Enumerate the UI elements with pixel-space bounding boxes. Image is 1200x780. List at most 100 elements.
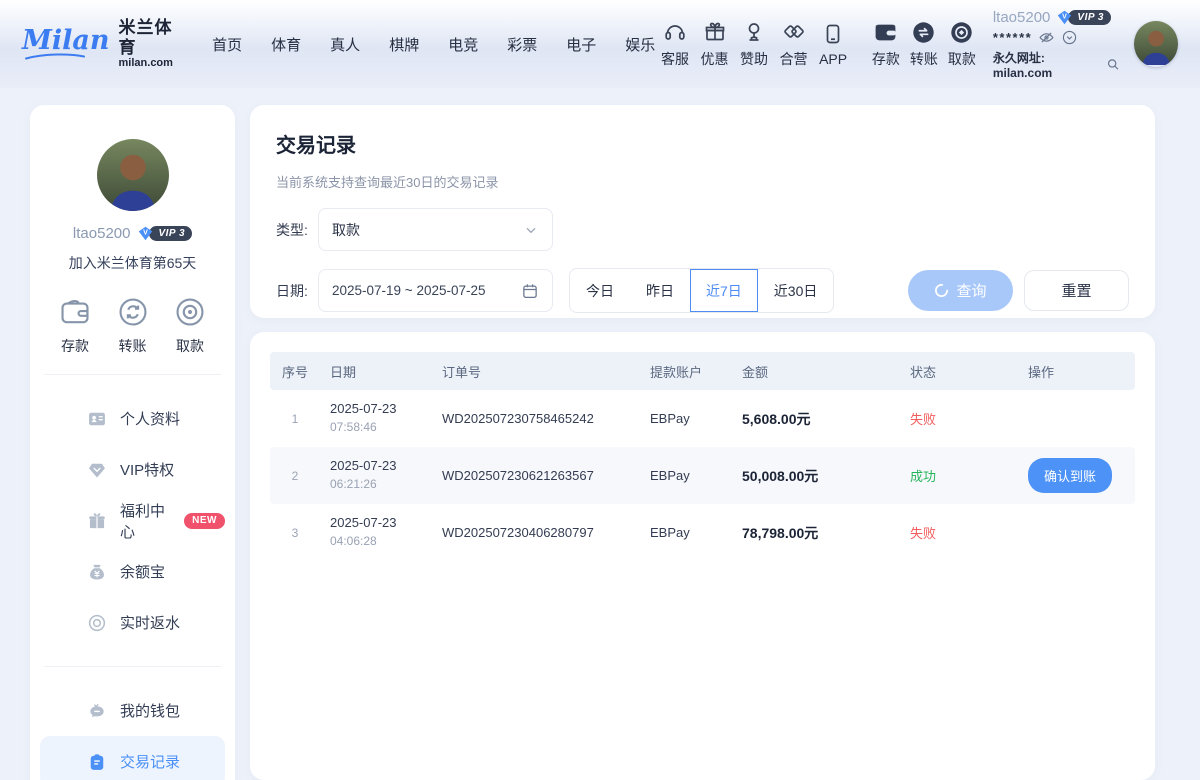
range-yesterday-button[interactable]: 昨日: [630, 269, 690, 312]
sidebar-item-label: 实时返水: [120, 612, 180, 633]
svg-text:V: V: [1063, 12, 1068, 20]
sidebar-item-yuebao[interactable]: 余额宝: [40, 546, 225, 597]
nav-item-slots[interactable]: 电子: [566, 34, 596, 55]
partner-label: 合营: [780, 49, 808, 69]
row-index: 2: [270, 469, 320, 483]
reset-button[interactable]: 重置: [1024, 270, 1129, 311]
new-badge: NEW: [184, 513, 225, 529]
vip-icon: [87, 460, 107, 480]
logo-domain-text: milan.com: [119, 57, 187, 70]
headset-icon: [663, 20, 687, 44]
row-date-value: 2025-07-23: [330, 400, 432, 419]
row-date: 2025-07-23 06:21:26: [320, 457, 432, 493]
gift-icon: [87, 511, 107, 531]
top-header: Milan 米兰体育 milan.com 首页 体育 真人 棋牌 电竞 彩票 电…: [0, 0, 1200, 88]
sidebar-item-welfare[interactable]: 福利中心 NEW: [40, 495, 225, 546]
sidebar-menu-secondary: 我的钱包 交易记录 投注记录: [30, 685, 235, 780]
status-badge: 失败: [910, 526, 936, 541]
balance-refresh-icon[interactable]: [1061, 29, 1078, 46]
sidebar-item-transactions[interactable]: 交易记录: [40, 736, 225, 780]
main-nav: 首页 体育 真人 棋牌 电竞 彩票 电子 娱乐: [212, 34, 655, 55]
col-header-order-no: 订单号: [432, 362, 640, 381]
deposit-action[interactable]: 存款: [867, 20, 905, 69]
transfer-icon: [911, 20, 936, 45]
username: ltao5200: [993, 9, 1051, 26]
transfer-label: 转账: [910, 49, 938, 69]
sponsor-link[interactable]: 赞助: [734, 20, 774, 69]
row-date-value: 2025-07-23: [330, 514, 432, 533]
filter-card: 交易记录 当前系统支持查询最近30日的交易记录 类型: 取款 日期: 2025-…: [250, 105, 1155, 318]
logo-script-text: Milan: [22, 27, 110, 60]
confirm-received-button[interactable]: 确认到账: [1028, 458, 1112, 493]
row-time-value: 07:58:46: [330, 419, 432, 436]
sidebar-deposit-action[interactable]: 存款: [58, 295, 92, 356]
sidebar-withdraw-action[interactable]: 取款: [173, 295, 207, 356]
phone-icon: [821, 22, 845, 46]
vip-level-label: VIP 3: [1068, 10, 1111, 25]
sidebar-item-rebate[interactable]: 实时返水: [40, 597, 225, 648]
transactions-table-card: 序号 日期 订单号 提款账户 金额 状态 操作 1 2025-07-23 07:…: [250, 332, 1155, 780]
sidebar-item-label: 福利中心: [120, 500, 171, 542]
partner-link[interactable]: 合营: [774, 20, 814, 69]
range-7days-button[interactable]: 近7日: [690, 269, 758, 312]
date-range-value: 2025-07-19 ~ 2025-07-25: [332, 283, 486, 298]
date-label: 日期:: [276, 281, 318, 301]
row-action-cell: 确认到账: [1018, 458, 1135, 493]
promo-link[interactable]: 优惠: [695, 20, 735, 69]
service-label: 客服: [661, 49, 689, 69]
sponsor-label: 赞助: [740, 49, 768, 69]
row-amount: 5,608.00元: [732, 409, 900, 429]
masked-balance: ******: [993, 30, 1032, 45]
nav-item-live-casino[interactable]: 真人: [330, 34, 360, 55]
sidebar-divider: [44, 666, 221, 667]
app-label: APP: [819, 51, 847, 67]
row-account: EBPay: [640, 411, 732, 426]
magnifier-icon[interactable]: [1105, 56, 1121, 73]
eye-off-icon[interactable]: [1038, 29, 1055, 46]
sidebar-username: ltao5200: [73, 225, 131, 242]
nav-item-chess[interactable]: 棋牌: [389, 34, 419, 55]
deposit-wallet-icon: [873, 20, 898, 45]
nav-item-entertainment[interactable]: 娱乐: [625, 34, 655, 55]
nav-item-sports[interactable]: 体育: [271, 34, 301, 55]
piggy-bank-icon: [87, 701, 107, 721]
chevron-down-icon: [523, 222, 539, 238]
range-30days-button[interactable]: 近30日: [758, 269, 834, 312]
status-badge: 成功: [910, 469, 936, 484]
sidebar-item-profile[interactable]: 个人资料: [40, 393, 225, 444]
withdraw-action[interactable]: 取款: [943, 20, 981, 69]
withdraw-icon: [173, 295, 207, 329]
col-header-date: 日期: [320, 362, 432, 381]
user-avatar[interactable]: [1134, 21, 1178, 67]
row-time-value: 04:06:28: [330, 533, 432, 550]
site-logo[interactable]: Milan 米兰体育 milan.com: [22, 18, 186, 70]
nav-item-esports[interactable]: 电竞: [448, 34, 478, 55]
logo-swoosh: [24, 53, 86, 60]
col-header-action: 操作: [1018, 362, 1135, 381]
transfer-icon: [116, 295, 150, 329]
sidebar-transfer-action[interactable]: 转账: [116, 295, 150, 356]
sidebar-withdraw-label: 取款: [176, 336, 204, 356]
query-button[interactable]: 查询: [908, 270, 1013, 311]
status-badge: 失败: [910, 412, 936, 427]
row-date-value: 2025-07-23: [330, 457, 432, 476]
service-link[interactable]: 客服: [655, 20, 695, 69]
nav-item-lottery[interactable]: 彩票: [507, 34, 537, 55]
range-today-button[interactable]: 今日: [570, 269, 630, 312]
sidebar-item-wallet[interactable]: 我的钱包: [40, 685, 225, 736]
transfer-action[interactable]: 转账: [905, 20, 943, 69]
type-label: 类型:: [276, 220, 318, 240]
page-title: 交易记录: [276, 129, 1129, 158]
type-select[interactable]: 取款: [318, 208, 553, 251]
app-link[interactable]: APP: [813, 22, 853, 67]
header-right: 客服 优惠 赞助 合营 APP 存款 转账: [655, 9, 1178, 80]
sidebar-avatar[interactable]: [97, 139, 169, 211]
nav-item-home[interactable]: 首页: [212, 34, 242, 55]
table-row: 3 2025-07-23 04:06:28 WD2025072304062807…: [270, 504, 1135, 561]
query-button-label: 查询: [956, 280, 986, 301]
sidebar-item-label: 余额宝: [120, 561, 165, 582]
sidebar-item-vip[interactable]: VIP特权: [40, 444, 225, 495]
row-order-no: WD202507230758465242: [432, 411, 640, 426]
date-range-input[interactable]: 2025-07-19 ~ 2025-07-25: [318, 269, 553, 312]
table-header-row: 序号 日期 订单号 提款账户 金额 状态 操作: [270, 352, 1135, 390]
